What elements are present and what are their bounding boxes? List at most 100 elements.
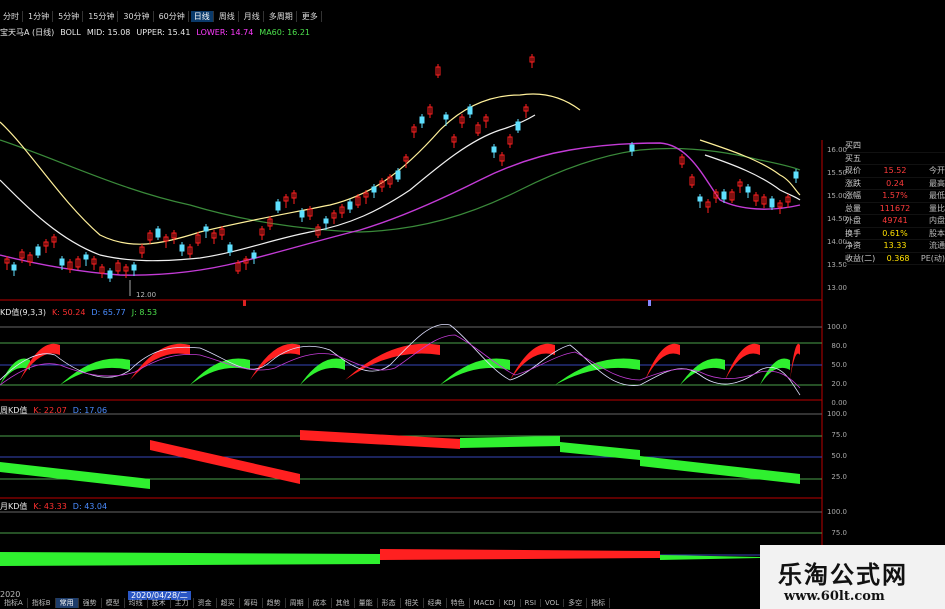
indicator-tab[interactable]: 主力 xyxy=(171,598,194,608)
quote-aux-label: PE(动) xyxy=(920,253,945,263)
quote-row: 总量 111672 量比 xyxy=(845,203,945,215)
week-kd-legend: 周KD值 K: 22.07 D: 17.06 xyxy=(0,405,107,416)
candle-body xyxy=(443,114,449,120)
kd-ribbon-segment xyxy=(645,343,680,380)
indicator-tab[interactable]: 指标 xyxy=(587,598,611,608)
week-ribbon-segment xyxy=(0,462,150,489)
quote-aux-label: 股本 xyxy=(928,228,945,238)
quote-aux-label: 量比 xyxy=(928,203,945,213)
quote-value: 13.33 xyxy=(883,241,907,250)
indicator-tab[interactable]: 成本 xyxy=(309,598,332,608)
kd-k-value: K: 50.24 xyxy=(52,308,86,317)
indicator-tab[interactable]: 趋势 xyxy=(263,598,286,608)
indicator-tab[interactable]: 超买 xyxy=(217,598,240,608)
candle-body xyxy=(395,170,401,180)
candle-body xyxy=(721,191,727,200)
quote-row: 净资 13.33 流通 xyxy=(845,240,945,253)
axis-tick-label: 13.00 xyxy=(826,284,847,292)
axis-tick-label: 75.0 xyxy=(831,431,847,439)
indicator-tab[interactable]: 常用 xyxy=(55,598,79,608)
indicator-tab[interactable]: 经典 xyxy=(424,598,447,608)
indicator-tab[interactable]: 模型 xyxy=(102,598,125,608)
axis-tick-label: 80.0 xyxy=(831,342,847,350)
candle-body xyxy=(629,144,635,152)
candle-body xyxy=(179,244,185,252)
axis-tick-label: 16.00 xyxy=(826,146,847,154)
indicator-tab[interactable]: 相关 xyxy=(401,598,424,608)
candle-body xyxy=(371,186,377,193)
kd-ribbon-segment xyxy=(190,358,250,385)
quote-row: 外盘 49741 内盘 xyxy=(845,215,945,228)
quote-row: 涨跌 0.24 最高 xyxy=(845,178,945,190)
month-d-value: D: 43.04 xyxy=(72,502,108,511)
kd-name: KD值(9,3,3) xyxy=(0,308,47,317)
axis-tick-label: 100.0 xyxy=(826,323,847,331)
quote-key: 净资 xyxy=(845,241,861,250)
indicator-tab[interactable]: VOL xyxy=(541,599,565,607)
candle-body xyxy=(35,246,41,256)
axis-tick-label: 25.0 xyxy=(831,473,847,481)
kd-ribbon-segment xyxy=(0,358,30,385)
ma60-line xyxy=(0,139,801,233)
candle-body xyxy=(347,201,353,210)
boll-mid-line xyxy=(0,114,801,262)
indicator-tab[interactable]: 周期 xyxy=(286,598,309,608)
indicator-tab[interactable]: 均线 xyxy=(125,598,148,608)
quote-key: 总量 xyxy=(845,203,861,213)
quote-key: 现价 xyxy=(845,166,861,175)
candle-body xyxy=(491,146,497,153)
axis-tick-label: 50.0 xyxy=(831,361,847,369)
indicator-tab[interactable]: 形态 xyxy=(378,598,401,608)
kd-ribbon-segment xyxy=(60,358,130,385)
candle-body xyxy=(59,258,65,266)
indicator-tab[interactable]: 指标A xyxy=(0,598,28,608)
quote-value: 1.57% xyxy=(882,191,908,200)
axis-tick-label: 15.50 xyxy=(826,169,847,177)
axis-tick-label: 100.0 xyxy=(826,410,847,418)
quote-key: 收益(二) xyxy=(845,253,876,263)
candle-body xyxy=(467,106,473,115)
axis-tick-label: 75.0 xyxy=(831,529,847,537)
quote-key: 外盘 xyxy=(845,216,861,225)
indicator-tab[interactable]: 强势 xyxy=(79,598,102,608)
indicator-tab[interactable]: 特色 xyxy=(447,598,470,608)
candle-body xyxy=(515,121,521,131)
indicator-tab[interactable]: 多空 xyxy=(564,598,588,608)
indicator-tab[interactable]: RSI xyxy=(521,599,542,607)
candle-body xyxy=(323,218,329,224)
week-ribbon-segment xyxy=(460,436,560,448)
indicator-tab[interactable]: 其他 xyxy=(332,598,355,608)
month-ribbon-segment xyxy=(0,552,380,566)
indicator-tab[interactable]: KDJ xyxy=(500,599,521,607)
month-kd-legend: 月KD值 K: 43.33 D: 43.04 xyxy=(0,501,107,512)
quote-aux-label: 流通 xyxy=(929,241,945,250)
quote-header-2: 买五 xyxy=(845,153,861,163)
quote-aux-label: 最低 xyxy=(928,191,945,200)
candle-body xyxy=(11,264,17,271)
candle-body xyxy=(275,201,281,211)
quote-key: 换手 xyxy=(845,228,861,238)
quote-value: 0.61% xyxy=(882,228,908,238)
month-ribbon-segment xyxy=(380,549,660,560)
watermark-text: 乐淘公式网 xyxy=(778,560,908,589)
week-d-value: D: 17.06 xyxy=(72,406,108,415)
period-marker xyxy=(243,300,246,306)
indicator-tab[interactable]: 量能 xyxy=(355,598,378,608)
low-price-marker: 12.00 xyxy=(136,291,156,299)
candle-body xyxy=(227,244,233,253)
kd-d-value: D: 65.77 xyxy=(91,308,126,317)
candle-body xyxy=(83,254,89,260)
quote-aux-label: 最高 xyxy=(929,178,945,188)
indicator-tab[interactable]: 筹码 xyxy=(240,598,263,608)
indicator-tab[interactable]: 指标B xyxy=(28,598,56,608)
indicator-tab[interactable]: 技术 xyxy=(148,598,171,608)
candle-body xyxy=(793,171,799,179)
quote-key: 涨跌 xyxy=(845,178,861,188)
indicator-tabs: 指标A 指标B 常用 强势 模型 均线 技术 主力 资金 超买 筹码 趋势 周期 成本 其他 量能 形态 相关 经典… xyxy=(0,597,760,609)
indicator-tab[interactable]: 资金 xyxy=(194,598,217,608)
kd-ribbon-segment xyxy=(680,358,725,385)
indicator-tab[interactable]: MACD xyxy=(470,599,500,607)
axis-tick-label: 15.00 xyxy=(826,192,847,200)
kd-ribbon-segment xyxy=(440,358,510,385)
axis-tick-label: 14.50 xyxy=(826,215,847,223)
